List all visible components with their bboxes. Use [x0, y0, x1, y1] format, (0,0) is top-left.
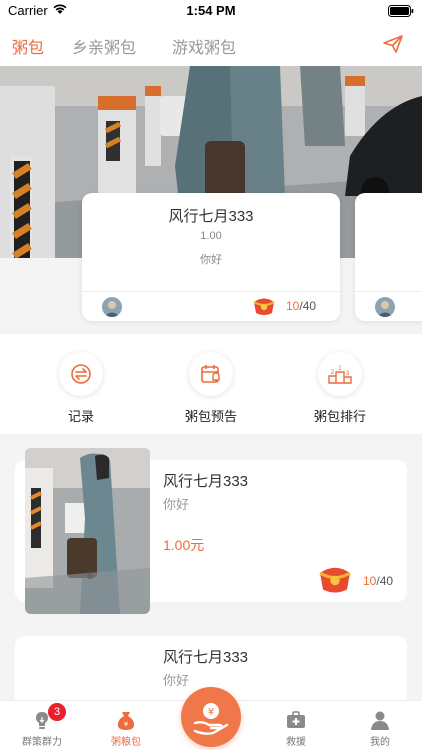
record-button[interactable]: 记录: [31, 352, 131, 425]
tab-game-congee-pack[interactable]: 游戏粥包: [172, 34, 236, 58]
list-item-message: 你好: [163, 497, 190, 512]
svg-text:1: 1: [338, 365, 342, 372]
featured-card-name: 风行七月333: [168, 208, 254, 225]
featured-card-message: 你好: [200, 254, 222, 266]
count-total: /40: [299, 299, 317, 313]
clock: 1:54 PM: [186, 3, 236, 18]
featured-card-amount: 1.00: [200, 230, 222, 242]
next-card-peek[interactable]: [355, 193, 422, 321]
congee-preview-button[interactable]: 粥包预告: [161, 352, 261, 425]
tab-crowd-wisdom[interactable]: 群策群力 3: [2, 703, 82, 748]
svg-text:3: 3: [346, 370, 350, 377]
person-icon: [371, 711, 389, 730]
red-envelope-icon: [253, 298, 275, 315]
card-divider: [355, 291, 422, 292]
tab-village-congee-pack[interactable]: 乡亲粥包: [72, 34, 136, 58]
list-item[interactable]: 风行七月333 你好 1.00元 10/40: [15, 448, 407, 614]
money-bag-icon: ¥: [117, 712, 135, 730]
congee-preview-label: 粥包预告: [184, 409, 237, 424]
red-envelope-icon: [319, 567, 351, 593]
feature-row: 记录 粥包预告 2 1 3 粥包排行: [0, 334, 422, 434]
list-item-price: 1.00元: [163, 537, 205, 553]
record-label: 记录: [67, 409, 94, 424]
svg-text:¥: ¥: [208, 707, 214, 718]
list-item-name: 风行七月333: [163, 473, 249, 490]
congee-ranking-label: 粥包排行: [313, 409, 366, 424]
ranking-icon-circle: 2 1 3: [318, 352, 362, 396]
list-item-photo: [25, 448, 150, 614]
tab-label: 群策群力: [22, 737, 62, 748]
svg-text:¥: ¥: [124, 721, 129, 729]
featured-card-count: 10/40: [286, 299, 316, 313]
card-divider: [82, 291, 340, 292]
tab-label: 救援: [286, 737, 306, 748]
tab-label: 粥粮包: [111, 737, 141, 748]
tab-label: 我的: [370, 737, 390, 748]
podium-icon: 2 1 3: [328, 365, 352, 384]
avatar[interactable]: [375, 297, 395, 317]
send-icon[interactable]: [382, 34, 404, 54]
tab-mine[interactable]: 我的: [340, 709, 420, 748]
top-nav: 粥包 乡亲粥包 游戏粥包: [0, 24, 422, 66]
calendar-bell-icon: [201, 365, 220, 383]
tab-congee-grain-pack[interactable]: ¥ 粥粮包: [86, 709, 166, 748]
hand-money-icon: ¥: [193, 703, 229, 735]
notification-badge: 3: [48, 703, 66, 721]
give-congee-button[interactable]: ¥: [181, 687, 241, 747]
medical-kit-icon: [287, 711, 305, 728]
count-current: 10: [363, 574, 377, 588]
svg-text:2: 2: [331, 369, 335, 376]
exchange-icon: [71, 364, 91, 384]
avatar[interactable]: [102, 297, 122, 317]
tab-rescue[interactable]: 救援: [256, 709, 336, 748]
tab-congee-pack[interactable]: 粥包: [12, 34, 44, 58]
featured-card[interactable]: 风行七月333 1.00 你好 10/40: [82, 193, 340, 321]
count-current: 10: [286, 299, 300, 313]
list-item-name: 风行七月333: [163, 649, 249, 666]
list-item-count: 10/40: [363, 574, 393, 588]
battery-icon: [388, 5, 414, 17]
status-bar: Carrier 1:54 PM: [0, 0, 422, 24]
congee-ranking-button[interactable]: 2 1 3 粥包排行: [290, 352, 390, 425]
record-icon-circle: [59, 352, 103, 396]
preview-icon-circle: [189, 352, 233, 396]
count-total: /40: [376, 574, 394, 588]
